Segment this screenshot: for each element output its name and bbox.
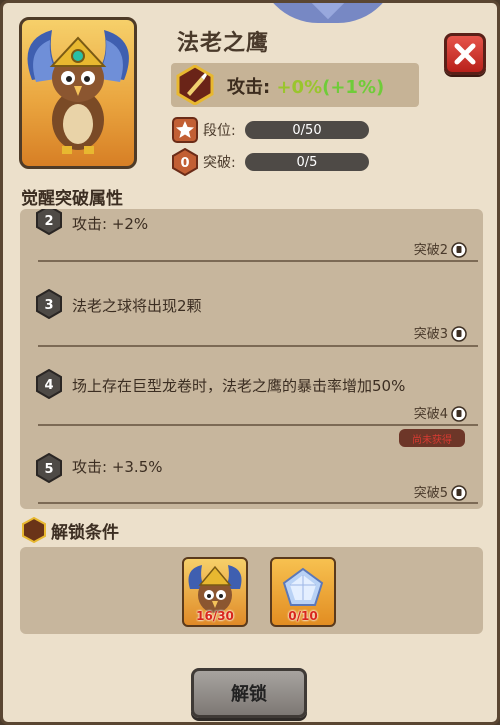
breakthrough-progress-bar: 0/5 [245,153,369,171]
lock-icon [451,241,467,258]
level-hex-icon: 4 [36,369,62,399]
divider [38,424,478,426]
divider [38,260,478,262]
attack-label: 攻击: [227,77,277,98]
rank-row: 段位: 0/50 [171,117,369,143]
divider [38,502,478,504]
attribute-requirement: 突破4 [414,403,467,422]
star-rank-icon [172,117,198,143]
hero-detail-panel: 法老之鹰 攻击: +0%(+1%) 段位: 0/50 0 突破: 0/5 觉醒突… [0,0,500,725]
attack-badge-icon [176,65,214,105]
decorative-corner [258,3,398,23]
divider [38,345,478,347]
lock-icon [451,325,467,342]
attack-value: +0% [276,77,323,98]
breakthrough-badge-icon: 0 [172,148,198,176]
hero-name: 法老之鹰 [177,31,270,56]
rank-label: 段位: [203,123,236,139]
breakthrough-label: 突破: [203,155,236,171]
attribute-requirement: 突破5 [414,482,467,501]
level-hex-icon: 3 [36,289,62,319]
attribute-requirement: 突破3 [414,323,467,342]
attack-stat-text: 攻击: +0%(+1%) [227,73,384,99]
unlock-conditions-title: 解锁条件 [21,516,119,544]
not-obtained-badge: 尚未获得 [399,429,465,447]
attribute-requirement: 突破2 [414,239,467,258]
item-card-gem[interactable]: 0/10 [270,557,336,627]
level-number: 4 [44,378,53,393]
attribute-desc: 攻击: +3.5% [72,458,163,476]
level-number: 5 [44,462,53,477]
attack-bonus: (+1%) [322,77,385,98]
level-hex-icon: 2 [36,209,62,235]
attribute-desc: 攻击: +2% [72,215,149,233]
close-button[interactable] [444,33,486,75]
section-title: 觉醒突破属性 [21,189,123,209]
level-number: 2 [44,214,53,229]
unlock-items-box: 16/30 0/10 [20,547,483,634]
attribute-desc: 法老之球将出现2颗 [72,297,202,315]
requirement-label: 突破5 [413,486,448,501]
requirement-label: 突破3 [413,327,448,342]
requirement-label: 突破4 [413,407,448,422]
item-count: 16/30 [196,609,234,623]
hex-bullet-icon [22,517,46,543]
unlock-button[interactable]: 解锁 [191,668,307,718]
level-hex-icon: 5 [36,453,62,483]
item-card-eagle[interactable]: 16/30 [182,557,248,627]
attribute-list[interactable]: 2 攻击: +2% 突破2 3 法老之球将出现2颗 突破3 4 场上存在巨型龙卷… [20,209,483,509]
level-number: 3 [44,298,53,313]
unlock-title-text: 解锁条件 [51,522,119,543]
rank-progress-bar: 0/50 [245,121,369,139]
hero-portrait [19,17,137,169]
lock-icon [451,484,467,501]
attribute-desc: 场上存在巨型龙卷时，法老之鹰的暴击率增加50% [72,377,406,395]
close-icon [454,43,476,65]
attack-stat-box: 攻击: +0%(+1%) [171,63,419,107]
requirement-label: 突破2 [413,243,448,258]
breakthrough-row: 0 突破: 0/5 [171,148,369,176]
breakthrough-badge-number: 0 [180,156,189,171]
item-count: 0/10 [288,609,318,623]
lock-icon [451,405,467,422]
